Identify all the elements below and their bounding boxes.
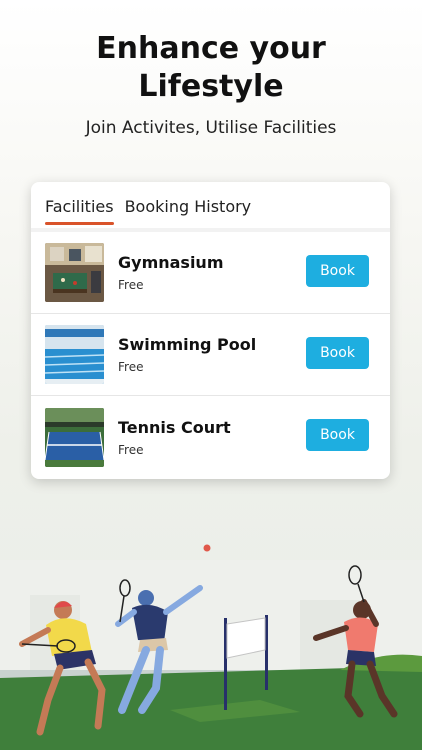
tennis-court-photo [45, 407, 104, 467]
title-line-1: Enhance your [96, 31, 326, 66]
title-line-2: Lifestyle [138, 69, 284, 104]
gym-photo [45, 243, 104, 302]
facility-row-gymnasium[interactable]: Gymnasium Free Book [31, 232, 390, 314]
facility-price: Free [118, 278, 144, 292]
facility-price: Free [118, 360, 144, 374]
facility-row-swimming-pool[interactable]: Swimming Pool Free Book [31, 314, 390, 396]
page-subtitle: Join Activites, Utilise Facilities [85, 118, 337, 138]
pool-photo [45, 325, 104, 384]
page-title: Enhance your Lifestyle [0, 30, 422, 106]
facility-price: Free [118, 442, 144, 457]
facility-name: Tennis Court [118, 417, 231, 437]
book-button[interactable]: Book [306, 337, 369, 369]
tab-bar: Facilities Booking History [31, 182, 390, 228]
facility-row-tennis-court[interactable]: Tennis Court Free Book [31, 396, 390, 478]
tab-facilities[interactable]: Facilities [45, 197, 114, 228]
facility-name: Gymnasium [118, 253, 224, 272]
tab-booking-history[interactable]: Booking History [125, 197, 252, 228]
badminton-illustration [0, 544, 422, 750]
book-button[interactable]: Book [306, 255, 369, 287]
book-button[interactable]: Book [306, 419, 369, 451]
facility-name: Swimming Pool [118, 335, 257, 354]
facilities-card: Facilities Booking History Gymnasium Fre… [31, 182, 390, 479]
